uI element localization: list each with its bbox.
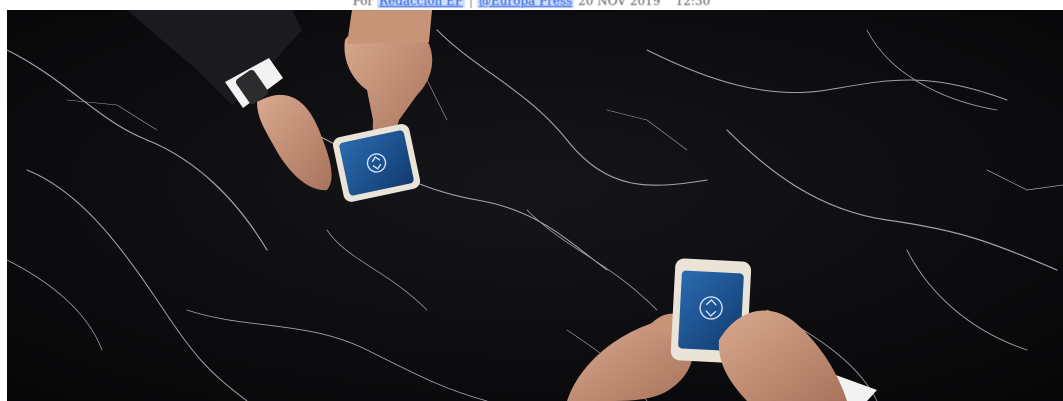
author-link[interactable]: Redacción EP: [377, 0, 465, 8]
byline-prefix: Por: [352, 0, 374, 8]
article-page: Por Redacción EP | @Europa Press 20 NOV 20…: [0, 0, 1063, 401]
byline-separator: |: [468, 0, 474, 8]
marble-table-surface: [7, 10, 1063, 401]
byline-time: 12:30: [675, 0, 711, 8]
byline-date: 20 NOV 2019: [578, 0, 661, 8]
article-byline: Por Redacción EP | @Europa Press 20 NOV 20…: [0, 0, 1063, 9]
arm-pointing: [347, 10, 432, 44]
author-handle-link[interactable]: @Europa Press: [477, 0, 575, 8]
article-hero-photo: [7, 10, 1063, 401]
